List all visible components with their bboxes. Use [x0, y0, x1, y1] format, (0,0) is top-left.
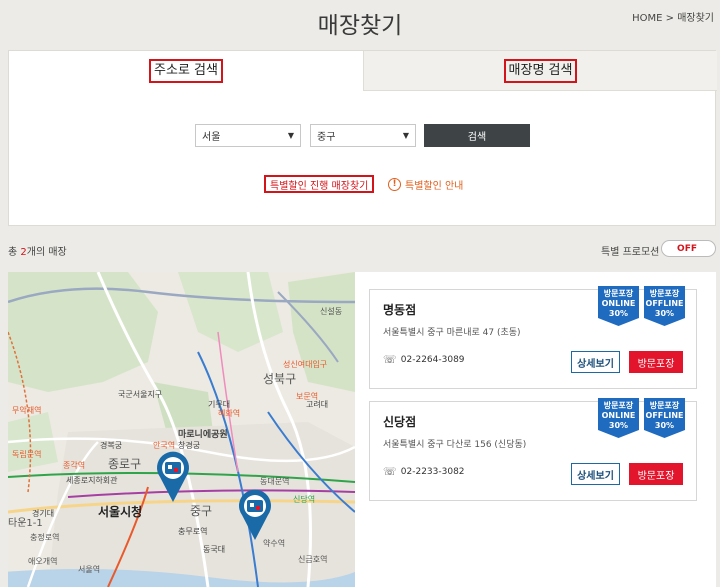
store-address: 서울특별시 중구 다산로 156 (신당동) — [383, 440, 527, 450]
phone-icon: ☏ — [383, 353, 397, 366]
store-card: 명동점 서울특별시 중구 마른내로 47 (초동) ☏ 02-2264-3089… — [369, 286, 697, 389]
store-map[interactable]: 국군서울지구 마로니에공원 종로구 성북구 중구 서울시청 경복궁 창경궁 기무… — [8, 272, 355, 587]
map-label: 동국대 — [203, 545, 225, 554]
special-discount-info-link[interactable]: ! 특별할인 안내 — [388, 177, 463, 192]
map-label: 성북구 — [263, 372, 296, 386]
map-label: 경기대 — [32, 508, 54, 518]
map-label: 보문역 — [296, 391, 318, 401]
map-label: 종각역 — [63, 460, 85, 470]
map-label: 애오개역 — [28, 556, 57, 566]
map-label: 신금호역 — [298, 554, 327, 564]
store-name: 신당점 — [383, 415, 417, 429]
city-select[interactable]: 서울 ▼ — [195, 124, 301, 147]
map-label: 혜화역 — [218, 408, 240, 418]
pickup-online-badge: 방문포장 ONLINE 30% — [598, 286, 639, 326]
search-button[interactable]: 검색 — [424, 124, 530, 147]
special-discount-store-button[interactable]: 특별할인 진행 매장찾기 — [264, 175, 375, 193]
map-label: 마로니에공원 — [178, 428, 228, 440]
tab-store-name-search[interactable]: 매장명 검색 — [363, 51, 717, 91]
store-count: 총 2개의 매장 — [8, 247, 67, 258]
pickup-online-badge: 방문포장 ONLINE 30% — [598, 398, 639, 438]
store-detail-button[interactable]: 상세보기 — [571, 463, 620, 485]
breadcrumb: HOME > 매장찾기 — [632, 13, 714, 24]
map-label: 창경궁 — [178, 440, 200, 450]
map-label: 동대문역 — [260, 476, 289, 486]
tab-address-label: 주소로 검색 — [149, 59, 223, 83]
info-icon: ! — [388, 178, 401, 191]
store-list: 명동점 서울특별시 중구 마른내로 47 (초동) ☏ 02-2264-3089… — [355, 272, 716, 587]
store-pickup-button[interactable]: 방문포장 — [629, 463, 683, 485]
pickup-offline-badge: 방문포장 OFFLINE 30% — [644, 286, 685, 326]
map-label: 무악재역 — [12, 405, 41, 415]
map-canvas[interactable]: 국군서울지구 마로니에공원 종로구 성북구 중구 서울시청 경복궁 창경궁 기무… — [8, 272, 355, 587]
map-label: 경복궁 — [100, 440, 122, 450]
promo-toggle[interactable]: OFF — [661, 240, 716, 257]
city-select-value: 서울 — [202, 132, 221, 143]
page-title: 매장찾기 — [317, 13, 403, 39]
district-select[interactable]: 중구 ▼ — [310, 124, 416, 147]
map-label: 안국역 — [153, 440, 175, 450]
store-pickup-button[interactable]: 방문포장 — [629, 351, 683, 373]
map-label: 서울시청 — [98, 504, 142, 519]
store-card: 신당점 서울특별시 중구 다산로 156 (신당동) ☏ 02-2233-308… — [369, 398, 697, 501]
map-label: 타운1-1 — [8, 517, 43, 529]
store-detail-button[interactable]: 상세보기 — [571, 351, 620, 373]
search-panel: 주소로 검색 매장명 검색 서울 ▼ 중구 ▼ 검색 특별할인 진행 매장찾기 … — [8, 50, 717, 226]
map-label: 국군서울지구 — [118, 390, 162, 399]
chevron-down-icon: ▼ — [287, 131, 294, 140]
store-phone: ☏ 02-2264-3089 — [383, 353, 465, 366]
map-label: 세종로지하회관 — [66, 475, 118, 485]
map-label: 서울역 — [78, 564, 100, 574]
district-select-value: 중구 — [317, 132, 336, 143]
map-label: 기무대 — [208, 400, 230, 409]
map-label: 충무로역 — [178, 526, 207, 536]
store-name: 명동점 — [383, 303, 417, 317]
store-address: 서울특별시 중구 마른내로 47 (초동) — [383, 328, 521, 338]
map-label: 종로구 — [108, 457, 141, 471]
store-phone-number: 02-2264-3089 — [400, 354, 465, 365]
pickup-offline-badge: 방문포장 OFFLINE 30% — [644, 398, 685, 438]
map-label: 충정로역 — [30, 532, 59, 542]
map-label: 신당역 — [293, 494, 315, 504]
promo-toggle-state: OFF — [677, 243, 697, 254]
map-label: 중구 — [190, 504, 212, 518]
tab-address-search[interactable]: 주소로 검색 — [9, 51, 363, 91]
special-discount-info-label: 특별할인 안내 — [405, 181, 464, 192]
promo-label: 특별 프로모션 — [601, 247, 660, 258]
store-phone-number: 02-2233-3082 — [400, 466, 465, 477]
map-label: 성신여대입구 — [283, 359, 327, 369]
chevron-down-icon: ▼ — [402, 131, 409, 140]
tab-store-name-label: 매장명 검색 — [503, 58, 578, 83]
store-phone: ☏ 02-2233-3082 — [383, 465, 465, 478]
map-label: 신설동 — [320, 306, 342, 316]
map-label: 독립문역 — [12, 449, 41, 459]
phone-icon: ☏ — [383, 465, 397, 478]
map-label: 약수역 — [263, 538, 285, 548]
